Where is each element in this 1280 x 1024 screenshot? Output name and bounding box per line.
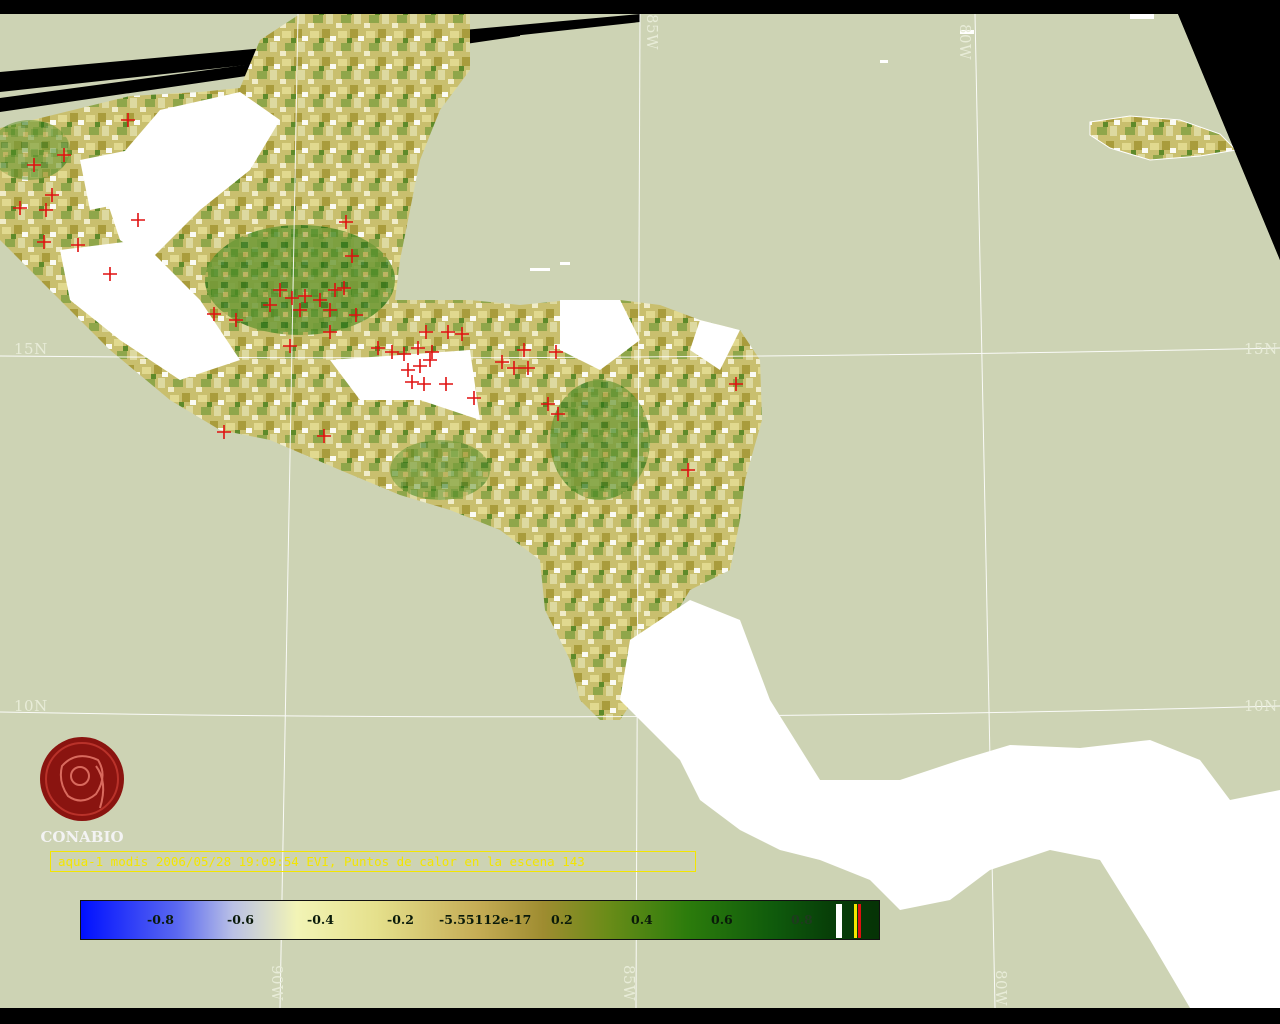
conabio-logo-icon xyxy=(40,737,124,821)
colorbar-label: -0.4 xyxy=(307,912,334,927)
lon-label-85w-bottom: 85W xyxy=(620,965,638,1002)
colorbar-label: 0.6 xyxy=(711,912,733,927)
lat-label-10n-left: 10N xyxy=(14,697,48,715)
colorbar-cloud-swatch xyxy=(836,904,842,938)
colorbar-hotspot-swatch xyxy=(858,904,861,938)
dense-vegetation xyxy=(205,225,395,335)
lat-label-15n-left: 15N xyxy=(14,340,48,358)
lat-label-15n-right: 15N xyxy=(1244,340,1278,358)
colorbar-label: 0.8 xyxy=(791,912,813,927)
colorbar-grid-swatch xyxy=(854,904,857,938)
map-viewer: 15N 15N 10N 10N 85W 80W 90W 85W 80W CONA… xyxy=(0,0,1280,1024)
scene-caption: aqua-1 modis 2006/05/28 19:09:54 EVI, Pu… xyxy=(50,851,696,872)
colorbar-label: -0.2 xyxy=(387,912,414,927)
colorbar-label: -0.8 xyxy=(147,912,174,927)
colorbar-label: 0.2 xyxy=(551,912,573,927)
dense-vegetation xyxy=(550,380,650,500)
lon-label-80w-bottom: 80W xyxy=(992,970,1010,1007)
colorbar-label: -5.55112e-17 xyxy=(439,912,532,927)
colorbar-label: -0.6 xyxy=(227,912,254,927)
lon-label-90w-bottom: 90W xyxy=(268,965,286,1002)
conabio-logo: CONABIO xyxy=(36,736,128,846)
logo-text: CONABIO xyxy=(40,828,124,846)
lon-label-80w-top: 80W xyxy=(956,24,974,61)
dense-vegetation xyxy=(390,440,490,500)
lat-label-10n-right: 10N xyxy=(1244,697,1278,715)
evi-colorbar: -0.8 -0.6 -0.4 -0.2 -5.55112e-17 0.2 0.4… xyxy=(80,900,880,940)
lon-label-85w-top: 85W xyxy=(643,14,661,51)
colorbar-label: 0.4 xyxy=(631,912,653,927)
